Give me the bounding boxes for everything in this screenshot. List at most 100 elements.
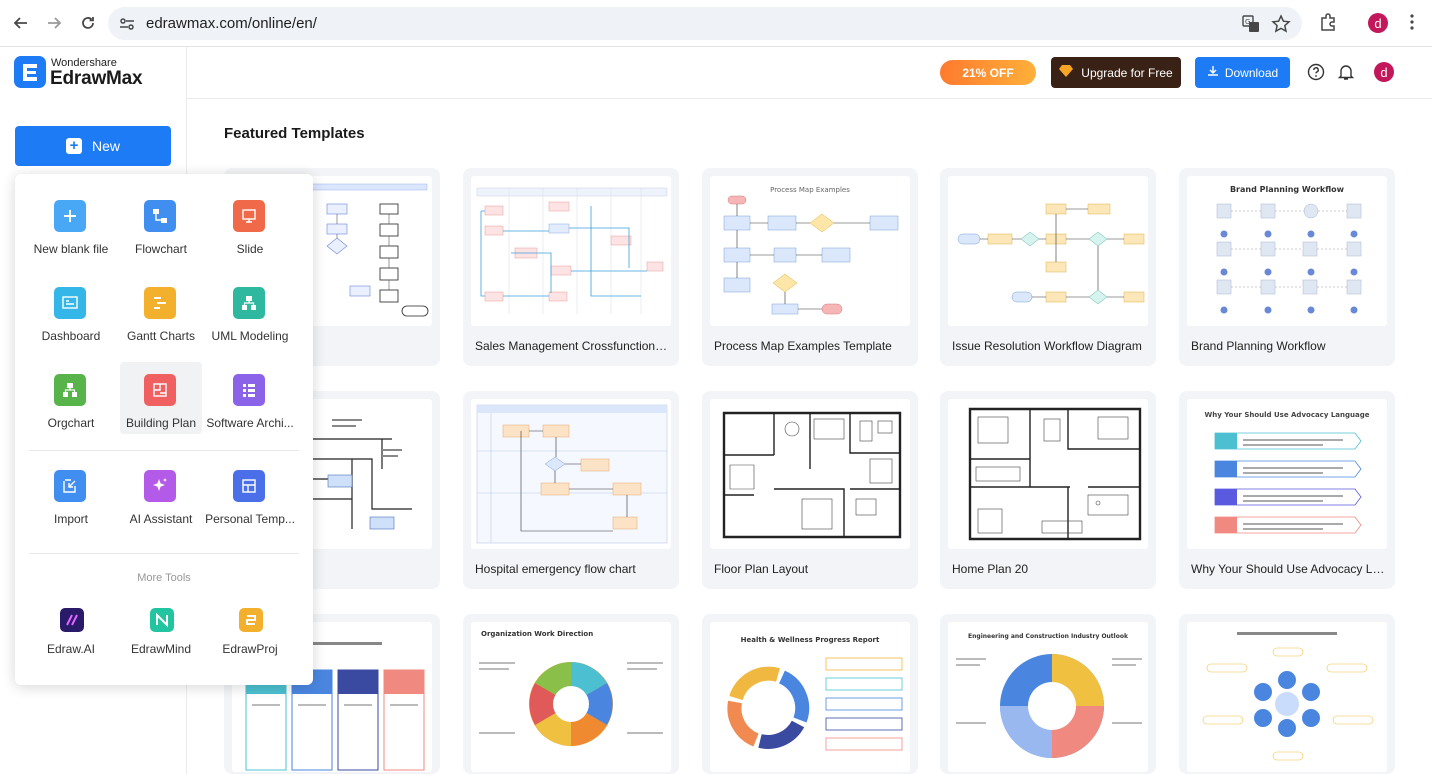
- template-title: Floor Plan Layout: [714, 562, 809, 576]
- back-arrow-icon[interactable]: [10, 12, 32, 34]
- menu-item-label: Slide: [236, 242, 264, 256]
- forward-arrow-icon[interactable]: [43, 12, 65, 34]
- template-card[interactable]: Organization Work Direction: [463, 614, 679, 774]
- menu-item-building-plan[interactable]: Building Plan: [120, 362, 202, 434]
- menu-item-label: Flowchart: [134, 242, 187, 256]
- more-tools-heading: More Tools: [137, 572, 191, 584]
- menu-item-new-blank-file[interactable]: New blank file: [30, 188, 112, 260]
- menu-item-label: Orgchart: [47, 416, 95, 430]
- thumb-title: Brand Planning Workflow: [1230, 185, 1345, 194]
- help-icon[interactable]: [1307, 63, 1325, 81]
- template-title: Why Your Should Use Advocacy Lang...: [1191, 562, 1385, 576]
- mindmap-thumbnail: [1187, 622, 1387, 772]
- new-label: New: [91, 138, 120, 154]
- plus-icon: [54, 200, 86, 232]
- thumb-title: Process Map Examples: [770, 186, 850, 194]
- menu-divider: [29, 553, 299, 554]
- template-card[interactable]: Engineering and Construction Industry Ou…: [940, 614, 1156, 774]
- template-title: Brand Planning Workflow: [1191, 339, 1326, 353]
- translate-icon[interactable]: G: [1241, 14, 1261, 34]
- menu-item-gantt-charts[interactable]: Gantt Charts: [120, 275, 202, 347]
- engineering-thumbnail: Engineering and Construction Industry Ou…: [948, 622, 1148, 772]
- menu-item-label: Personal Temp...: [205, 512, 295, 526]
- hospital-thumbnail: [471, 399, 671, 549]
- menu-item-import[interactable]: Import: [30, 458, 112, 530]
- template-card[interactable]: Why Your Should Use Advocacy Language Wh…: [1179, 391, 1395, 589]
- discount-promo-badge[interactable]: 21% OFF: [940, 60, 1036, 85]
- address-bar[interactable]: edrawmax.com/online/en/ G: [108, 7, 1302, 40]
- menu-item-label: Gantt Charts: [126, 329, 196, 343]
- svg-text:G: G: [1245, 18, 1250, 26]
- promo-text: 21% OFF: [962, 65, 1014, 80]
- floor-plan-thumbnail: [710, 399, 910, 549]
- menu-item-label: Import: [53, 512, 88, 526]
- template-card[interactable]: Health & Wellness Progress Report: [702, 614, 918, 774]
- tool-label: EdrawMind: [130, 642, 192, 656]
- thumb-title: Engineering and Construction Industry Ou…: [968, 633, 1129, 640]
- gantt-icon: [144, 287, 176, 319]
- template-title: Hospital emergency flow chart: [475, 562, 636, 576]
- advocacy-thumbnail: Why Your Should Use Advocacy Language: [1187, 399, 1387, 549]
- site-settings-icon[interactable]: [118, 15, 136, 33]
- template-card[interactable]: Floor Plan Layout: [702, 391, 918, 589]
- menu-item-label: AI Assistant: [129, 512, 193, 526]
- extensions-icon[interactable]: [1318, 12, 1340, 34]
- brand-workflow-thumbnail: Brand Planning Workflow: [1187, 176, 1387, 326]
- building-plan-icon: [144, 374, 176, 406]
- menu-item-flowchart[interactable]: Flowchart: [120, 188, 202, 260]
- menu-item-ai-assistant[interactable]: AI Assistant: [120, 458, 202, 530]
- menu-item-personal-templates[interactable]: Personal Temp...: [205, 458, 295, 530]
- tool-label: EdrawProj: [222, 642, 278, 656]
- edrawproj-icon: [239, 608, 263, 632]
- menu-item-uml-modeling[interactable]: UML Modeling: [209, 275, 291, 347]
- menu-item-label: UML Modeling: [211, 329, 289, 343]
- template-title: Sales Management Crossfunctional P...: [475, 339, 669, 353]
- slide-icon: [233, 200, 265, 232]
- crossfunctional-thumbnail: [471, 176, 671, 326]
- thumb-title: Health & Wellness Progress Report: [741, 636, 880, 644]
- health-report-thumbnail: Health & Wellness Progress Report: [710, 622, 910, 772]
- home-plan-thumbnail: [948, 399, 1148, 549]
- flowchart-icon: [144, 200, 176, 232]
- menu-divider: [29, 450, 299, 451]
- template-card[interactable]: Issue Resolution Workflow Diagram: [940, 168, 1156, 366]
- template-card[interactable]: Process Map Examples Process Map Example…: [702, 168, 918, 366]
- browser-profile-avatar[interactable]: d: [1368, 13, 1388, 33]
- menu-item-label: Dashboard: [41, 329, 101, 343]
- personal-templates-icon: [233, 470, 265, 502]
- software-architecture-icon: [233, 374, 265, 406]
- ai-assistant-icon: [144, 470, 176, 502]
- section-title: Featured Templates: [224, 125, 365, 142]
- template-title: Issue Resolution Workflow Diagram: [952, 339, 1142, 353]
- upgrade-button[interactable]: Upgrade for Free: [1051, 57, 1181, 88]
- menu-item-label: Software Archi...: [206, 416, 294, 430]
- notification-bell-icon[interactable]: [1337, 63, 1355, 81]
- user-avatar[interactable]: d: [1374, 62, 1394, 82]
- workflow-thumbnail: [948, 176, 1148, 326]
- new-dropdown-menu: New blank file Flowchart Slide Dashboard…: [15, 174, 313, 685]
- download-label: Download: [1224, 65, 1279, 80]
- browser-menu-icon[interactable]: [1402, 12, 1424, 34]
- template-card[interactable]: Home Plan 20: [940, 391, 1156, 589]
- template-card[interactable]: Hospital emergency flow chart: [463, 391, 679, 589]
- edrawmax-logo-icon[interactable]: [14, 56, 46, 88]
- template-card[interactable]: Sales Management Crossfunctional P...: [463, 168, 679, 366]
- menu-item-software-architecture[interactable]: Software Archi...: [206, 362, 294, 434]
- bookmark-star-icon[interactable]: [1271, 14, 1291, 34]
- new-button[interactable]: + New: [15, 126, 171, 166]
- uml-icon: [233, 287, 265, 319]
- tool-edrawmind[interactable]: EdrawMind: [120, 598, 202, 670]
- tool-edrawproj[interactable]: EdrawProj: [209, 598, 291, 670]
- template-card[interactable]: [1179, 614, 1395, 774]
- download-button[interactable]: Download: [1195, 57, 1290, 88]
- menu-item-dashboard[interactable]: Dashboard: [30, 275, 112, 347]
- menu-item-slide[interactable]: Slide: [209, 188, 291, 260]
- orgchart-icon: [54, 374, 86, 406]
- template-title: Process Map Examples Template: [714, 339, 892, 353]
- menu-item-orgchart[interactable]: Orgchart: [30, 362, 112, 434]
- template-card[interactable]: Brand Planning Workflow Brand Planning W…: [1179, 168, 1395, 366]
- reload-icon[interactable]: [77, 12, 99, 34]
- url-text[interactable]: edrawmax.com/online/en/: [146, 15, 317, 32]
- tool-edraw-ai[interactable]: Edraw.AI: [30, 598, 112, 670]
- browser-toolbar: edrawmax.com/online/en/ G d: [0, 0, 1432, 47]
